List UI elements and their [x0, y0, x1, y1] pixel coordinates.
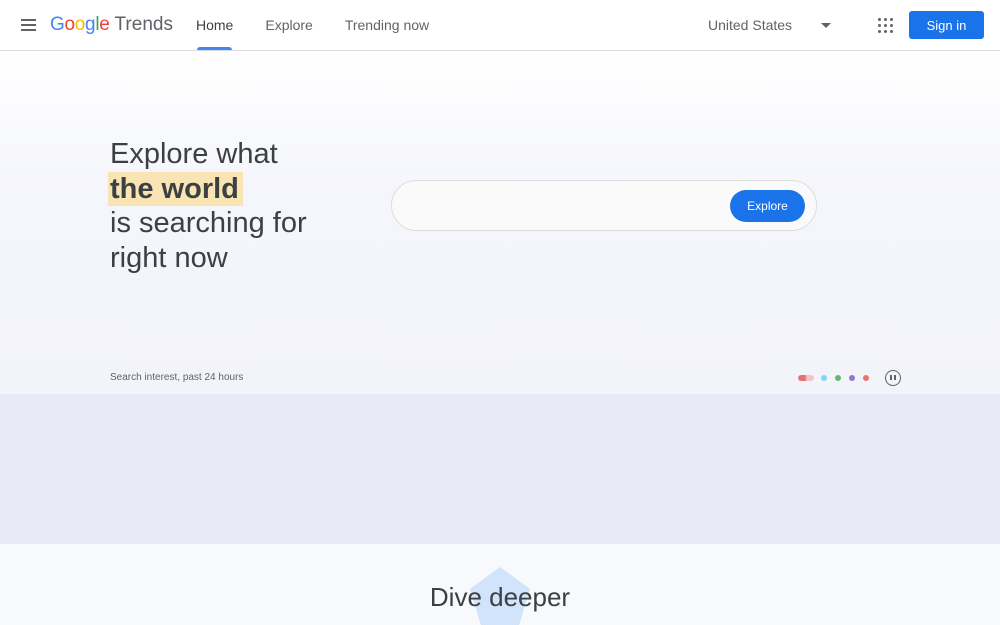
tab-explore[interactable]: Explore — [249, 0, 328, 50]
main-nav: Home Explore Trending now — [180, 0, 445, 50]
headline-highlight: the world — [108, 171, 243, 206]
top-app-bar: Google Trends Home Explore Trending now … — [0, 0, 1000, 51]
chevron-down-icon — [821, 23, 831, 28]
headline-line-3: is searching for — [110, 207, 307, 239]
search-interest-chart-area — [0, 394, 1000, 544]
pause-icon[interactable] — [885, 370, 901, 386]
country-select[interactable]: United States — [708, 0, 836, 50]
tab-trending-now[interactable]: Trending now — [329, 0, 445, 50]
hero-headline: Explore what the world is searching for … — [108, 137, 307, 275]
dive-deeper-title: Dive deeper — [429, 582, 571, 612]
sign-in-button[interactable]: Sign in — [909, 11, 984, 39]
apps-grid-icon[interactable] — [874, 14, 896, 36]
dive-deeper-section: Dive deeper — [0, 544, 1000, 625]
google-logo-text: Google — [50, 14, 110, 35]
headline-line-1: Explore what — [110, 138, 278, 170]
carousel-dot[interactable] — [798, 375, 814, 381]
explore-button[interactable]: Explore — [730, 190, 805, 222]
carousel-dot[interactable] — [863, 375, 869, 381]
search-box: Explore — [391, 180, 817, 231]
google-trends-logo[interactable]: Google Trends — [50, 14, 173, 38]
country-label: United States — [708, 17, 793, 33]
headline-line-4: right now — [110, 241, 228, 274]
search-input[interactable] — [410, 195, 720, 217]
tab-home[interactable]: Home — [180, 0, 249, 50]
search-interest-label: Search interest, past 24 hours — [110, 372, 244, 383]
carousel-dot[interactable] — [835, 375, 841, 381]
menu-icon[interactable] — [18, 14, 40, 36]
carousel-dot[interactable] — [821, 375, 827, 381]
carousel-dot[interactable] — [849, 375, 855, 381]
trends-logo-text: Trends — [114, 14, 173, 35]
